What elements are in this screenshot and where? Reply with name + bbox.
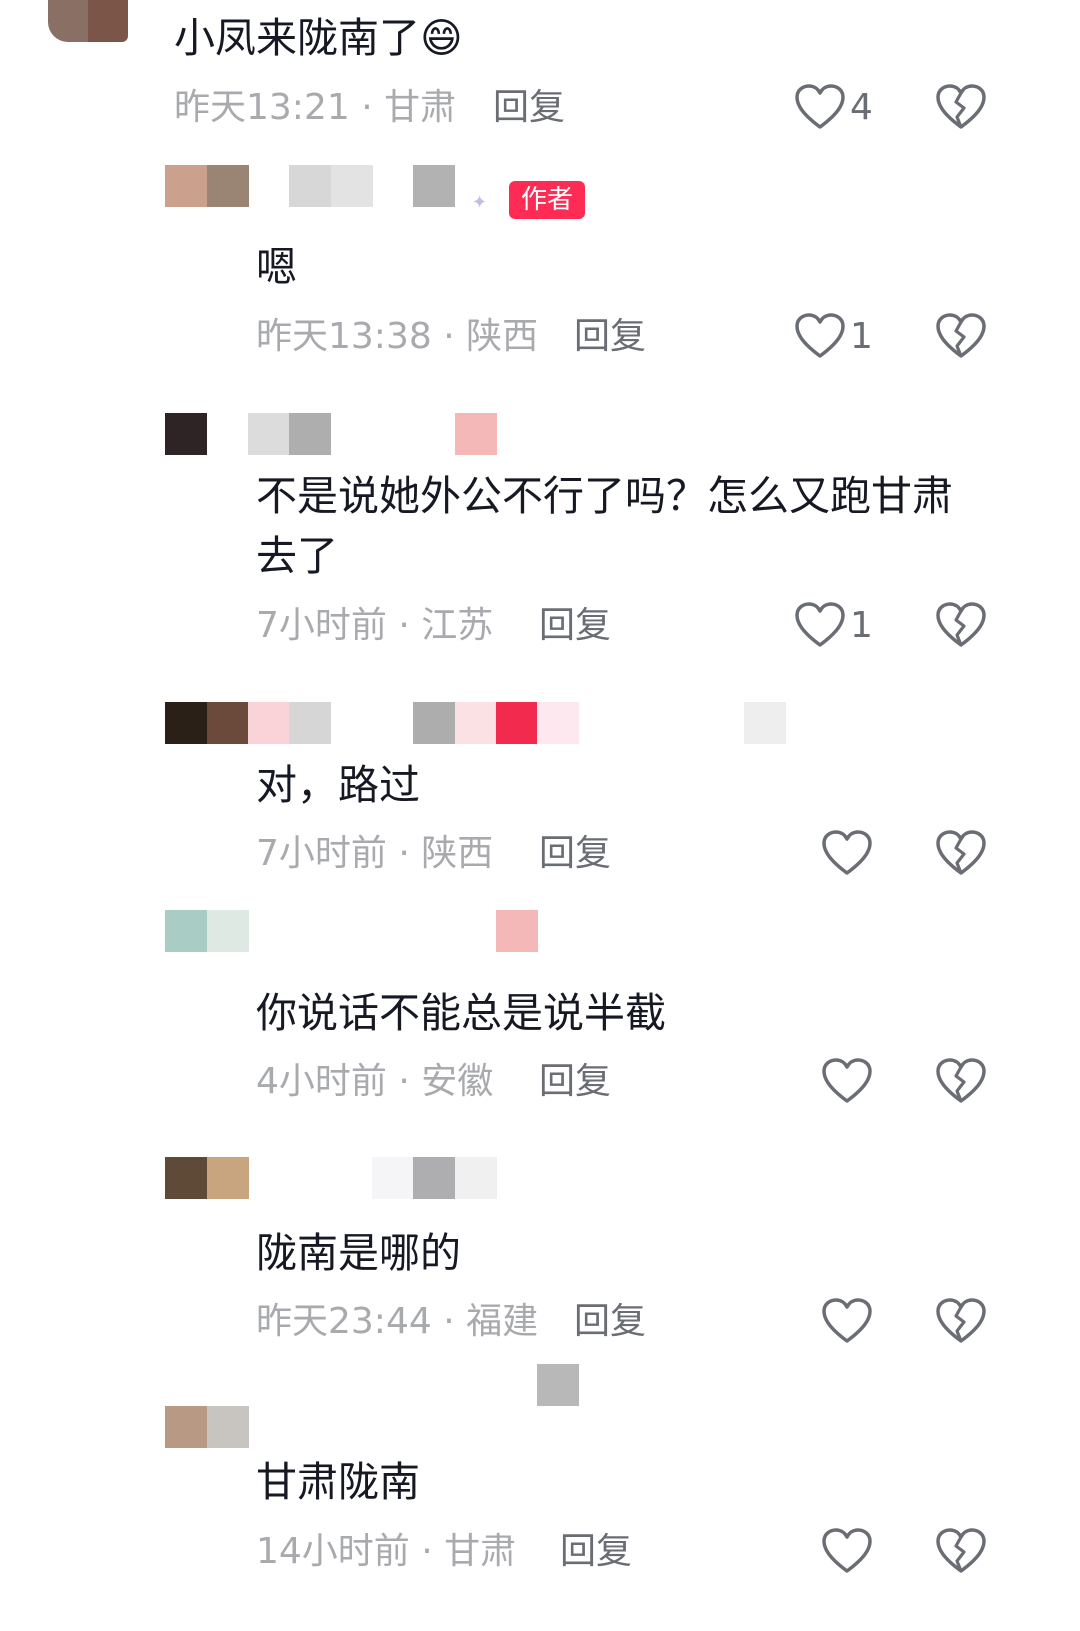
broken-heart-icon[interactable] (936, 313, 986, 359)
comment-text-line2: 去了 (256, 532, 338, 580)
like-icon[interactable] (822, 1058, 872, 1104)
comment-time: 昨天23:44 (256, 1301, 432, 1342)
comment-time: 4小时前 (256, 1061, 387, 1102)
comment-meta: 4小时前 · 安徽 (256, 1061, 494, 1102)
like-icon[interactable] (795, 84, 845, 130)
comment-time: 昨天13:21 (174, 87, 350, 128)
author-badge: 作者 (509, 181, 586, 219)
reply-button[interactable]: 回复 (539, 830, 611, 878)
comment-meta: 14小时前 · 甘肃 (256, 1531, 517, 1572)
comment-time: 昨天13:38 (256, 316, 432, 357)
reply-button[interactable]: 回复 (574, 313, 646, 361)
avatar[interactable] (48, 0, 128, 42)
comment-text: 不是说她外公不行了吗？怎么又跑甘肃 (256, 472, 953, 520)
reply-button[interactable]: 回复 (574, 1298, 646, 1346)
broken-heart-icon[interactable] (936, 1298, 986, 1344)
comment-meta: 昨天13:38 · 陕西 (256, 316, 539, 357)
like-icon[interactable] (795, 602, 845, 648)
sparkle-icon: ✦ (472, 192, 488, 213)
reply-button[interactable]: 回复 (493, 84, 565, 132)
comment-text: 陇南是哪的 (256, 1229, 461, 1277)
broken-heart-icon[interactable] (936, 1058, 986, 1104)
broken-heart-icon[interactable] (936, 830, 986, 876)
comment-meta: 7小时前 · 江苏 (256, 605, 494, 646)
broken-heart-icon[interactable] (936, 602, 986, 648)
comment-text: 对，路过 (256, 761, 420, 809)
comment-text: 嗯 (256, 243, 297, 291)
comment-time: 14小时前 (256, 1531, 410, 1572)
comment-text: 你说话不能总是说半截 (256, 989, 666, 1037)
comment-location: 陕西 (466, 316, 539, 357)
like-icon[interactable] (795, 313, 845, 359)
comment-meta: 昨天13:21 · 甘肃 (174, 87, 457, 128)
comment-location: 陕西 (421, 833, 494, 874)
broken-heart-icon[interactable] (936, 1528, 986, 1574)
comment-location: 江苏 (421, 605, 494, 646)
reply-button[interactable]: 回复 (560, 1528, 632, 1576)
reply-button[interactable]: 回复 (539, 1058, 611, 1106)
comment-text: 甘肃陇南 (256, 1458, 420, 1506)
comment-location: 甘肃 (444, 1531, 517, 1572)
comment-time: 7小时前 (256, 833, 387, 874)
comment-location: 甘肃 (384, 87, 457, 128)
like-count: 1 (850, 605, 873, 646)
comment-text: 小凤来陇南了😄 (174, 14, 463, 62)
like-count: 4 (850, 87, 873, 128)
comment-time: 7小时前 (256, 605, 387, 646)
comment-location: 福建 (466, 1301, 539, 1342)
like-count: 1 (850, 316, 873, 357)
like-icon[interactable] (822, 1528, 872, 1574)
comment-meta: 7小时前 · 陕西 (256, 833, 494, 874)
comment-location: 安徽 (421, 1061, 494, 1102)
reply-button[interactable]: 回复 (539, 602, 611, 650)
like-icon[interactable] (822, 1298, 872, 1344)
comment-meta: 昨天23:44 · 福建 (256, 1301, 539, 1342)
like-icon[interactable] (822, 830, 872, 876)
broken-heart-icon[interactable] (936, 84, 986, 130)
